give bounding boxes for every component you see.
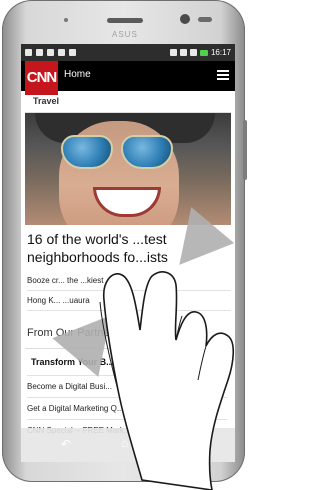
section-label[interactable]: Travel <box>33 96 59 106</box>
front-camera <box>180 14 190 24</box>
signal-icon <box>189 49 197 56</box>
proximity-sensor <box>198 17 212 22</box>
sunglasses-lens-left <box>61 135 113 169</box>
vibrate-icon <box>169 49 177 56</box>
cnn-logo[interactable]: CNN <box>25 61 58 95</box>
shield-icon <box>58 49 65 56</box>
side-button[interactable] <box>243 120 247 180</box>
brand-logo: ASUS <box>112 30 138 39</box>
earpiece-speaker <box>107 18 143 23</box>
back-icon[interactable]: ↶ <box>61 437 71 451</box>
camera-dot <box>64 18 68 22</box>
pinch-gesture-hand <box>99 271 235 490</box>
wifi-icon <box>179 49 187 56</box>
sunglasses-lens-right <box>121 135 173 169</box>
hero-image[interactable] <box>25 113 231 225</box>
notification-icon <box>36 49 43 56</box>
app-bar: CNN Home <box>21 61 235 95</box>
battery-icon <box>199 49 208 56</box>
mail-icon <box>47 49 54 56</box>
status-time: 16:17 <box>210 48 231 57</box>
phone-frame: ASUS 16:17 CNN Home Travel 16 of the wor… <box>2 0 247 490</box>
section-header: Travel <box>25 92 231 113</box>
settings-icon <box>69 49 76 56</box>
notification-icon <box>25 49 32 56</box>
status-bar: 16:17 <box>21 44 235 61</box>
hamburger-menu-icon[interactable] <box>217 70 229 80</box>
hand-outline <box>102 271 235 490</box>
app-title: Home <box>64 69 91 80</box>
status-right: 16:17 <box>169 44 231 61</box>
